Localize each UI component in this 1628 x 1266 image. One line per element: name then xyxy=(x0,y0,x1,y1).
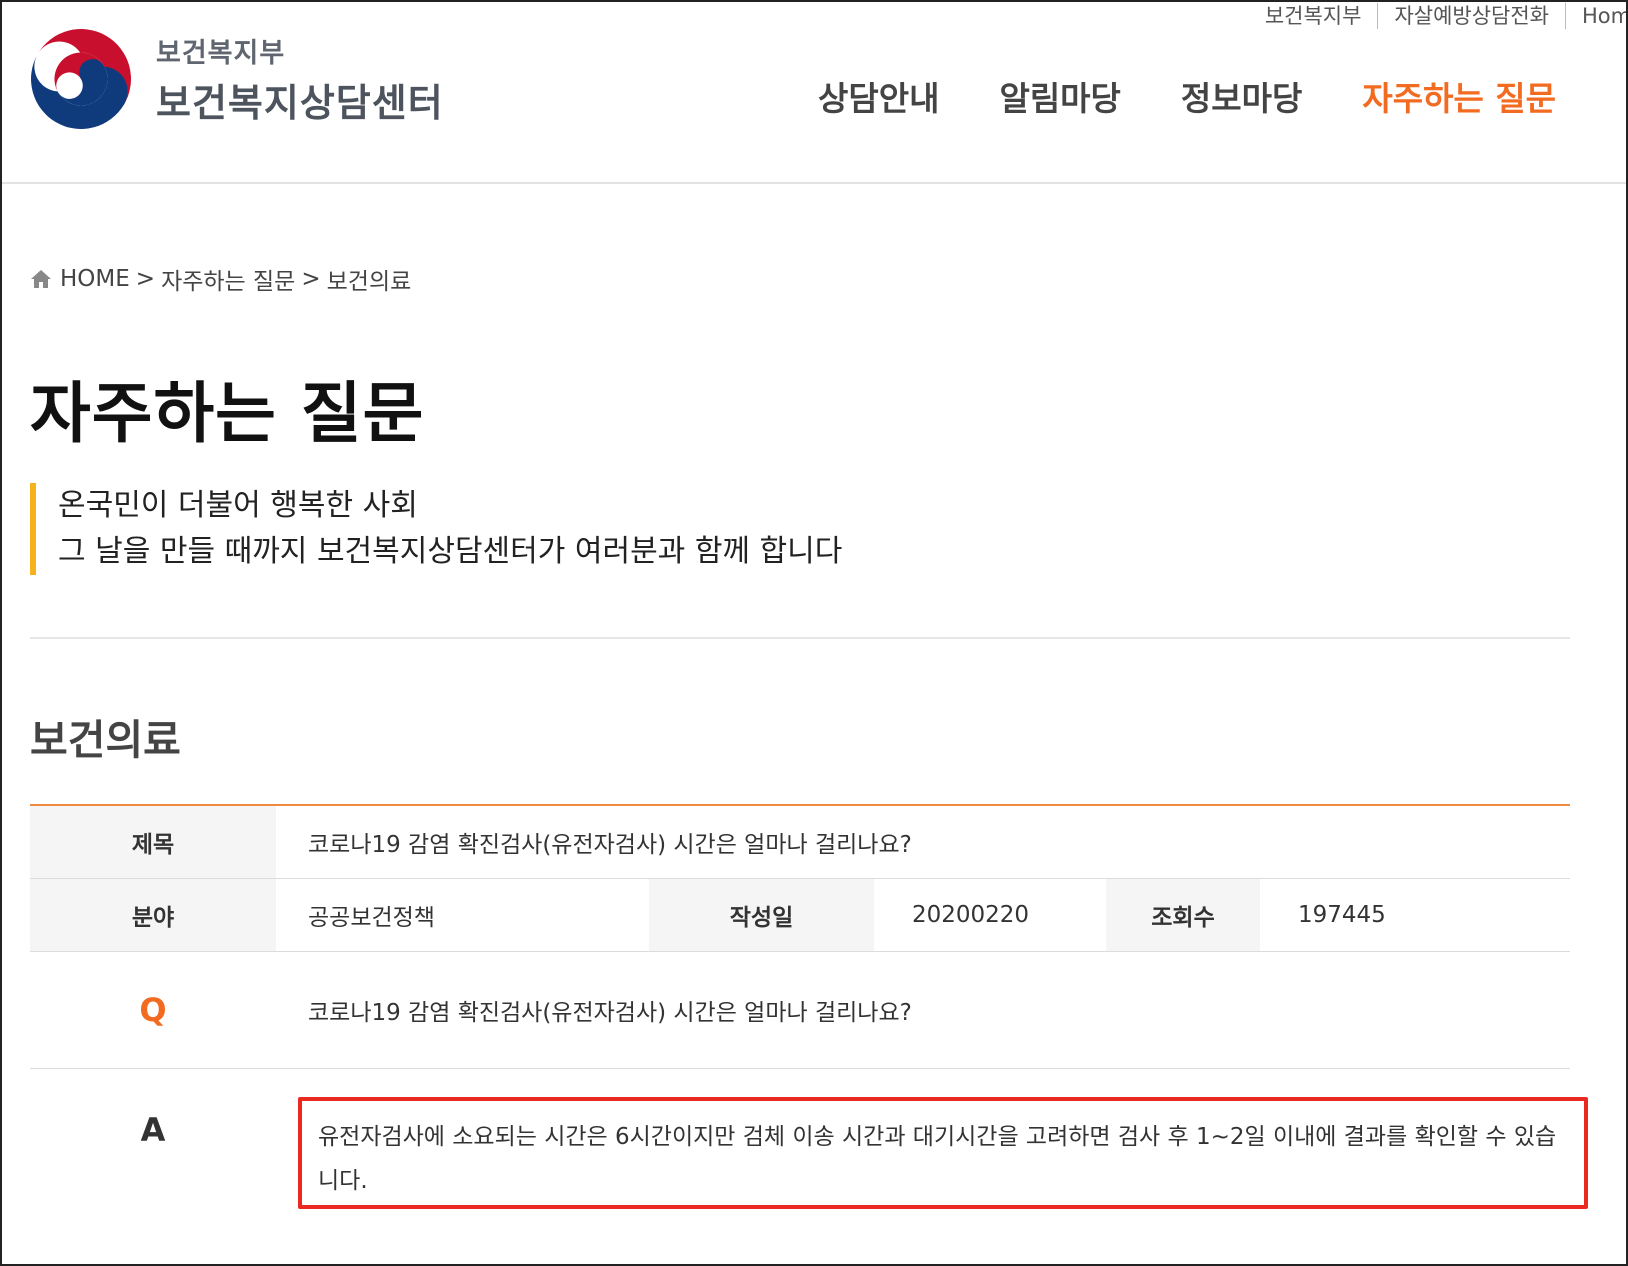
date-label: 작성일 xyxy=(649,879,874,951)
util-link-mohw[interactable]: 보건복지부 xyxy=(1249,3,1379,29)
breadcrumb-faq[interactable]: 자주하는 질문 xyxy=(161,262,295,296)
section-divider xyxy=(30,637,1570,639)
nav-item-notice[interactable]: 알림마당 xyxy=(999,72,1120,120)
intro-line-2: 그 날을 만들 때까지 보건복지상담센터가 여러분과 함께 합니다 xyxy=(58,534,843,569)
views-label: 조회수 xyxy=(1106,879,1260,951)
home-icon xyxy=(31,270,51,288)
field-label: 분야 xyxy=(30,879,276,951)
page-title: 자주하는 질문 xyxy=(30,375,425,452)
taegeuk-logo-icon xyxy=(31,29,131,129)
table-row-title: 제목 코로나19 감염 확진검사(유전자검사) 시간은 얼마나 걸리나요? xyxy=(30,806,1570,879)
breadcrumb-current: 보건의료 xyxy=(326,269,412,295)
field-value: 공공보건정책 xyxy=(308,905,435,931)
answer-text: 유전자검사에 소요되는 시간은 6시간이지만 검체 이송 시간과 대기시간을 고… xyxy=(318,1124,1557,1194)
section-title: 보건의료 xyxy=(30,716,181,764)
utility-links: 보건복지부 자살예방상담전화 Home xyxy=(1249,2,1628,30)
table-row-meta: 분야 공공보건정책 작성일 20200220 조회수 197445 xyxy=(30,879,1570,952)
date-value: 20200220 xyxy=(912,902,1030,928)
logo-subtitle: 보건복지부 xyxy=(156,38,286,69)
breadcrumb-separator: > xyxy=(135,266,156,292)
intro-banner: 온국민이 더불어 행복한 사회 그 날을 만들 때까지 보건복지상담센터가 여러… xyxy=(30,483,842,575)
question-row: Q 코로나19 감염 확진검사(유전자검사) 시간은 얼마나 걸리나요? xyxy=(30,952,1570,1069)
answer-highlight-box: 유전자검사에 소요되는 시간은 6시간이지만 검체 이송 시간과 대기시간을 고… xyxy=(298,1097,1588,1209)
title-value: 코로나19 감염 확진검사(유전자검사) 시간은 얼마나 걸리나요? xyxy=(308,832,912,858)
views-value: 197445 xyxy=(1298,902,1386,928)
intro-line-1: 온국민이 더불어 행복한 사회 xyxy=(58,488,418,523)
main-nav: 상담안내 알림마당 정보마당 자주하는 질문 xyxy=(818,72,1556,120)
question-mark: Q xyxy=(139,991,167,1029)
breadcrumb-home[interactable]: HOME xyxy=(60,266,130,292)
nav-item-faq[interactable]: 자주하는 질문 xyxy=(1362,72,1556,120)
logo-title: 보건복지상담센터 xyxy=(156,81,444,125)
title-label: 제목 xyxy=(30,806,276,878)
site-header: 보건복지부 보건복지상담센터 보건복지부 자살예방상담전화 Home 상담안내 … xyxy=(0,0,1628,184)
breadcrumb-separator: > xyxy=(301,266,321,292)
site-logo[interactable]: 보건복지부 보건복지상담센터 xyxy=(30,28,444,130)
util-link-suicide-hotline[interactable]: 자살예방상담전화 xyxy=(1378,3,1566,29)
answer-mark: A xyxy=(140,1111,166,1149)
breadcrumb: HOME > 자주하는 질문 > 보건의료 xyxy=(30,262,417,296)
nav-item-info[interactable]: 정보마당 xyxy=(1181,72,1302,120)
nav-item-consult-guide[interactable]: 상담안내 xyxy=(818,72,939,120)
question-text: 코로나19 감염 확진검사(유전자검사) 시간은 얼마나 걸리나요? xyxy=(308,1000,912,1026)
util-link-home[interactable]: Home xyxy=(1566,3,1628,29)
